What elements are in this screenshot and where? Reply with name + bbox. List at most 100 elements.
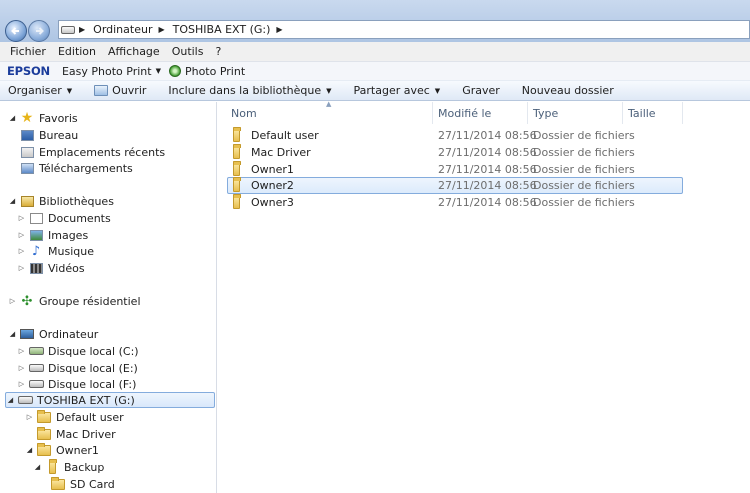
- file-row-owner1[interactable]: Owner1 27/11/2014 08:56 Dossier de fichi…: [227, 161, 683, 178]
- expand-open-icon[interactable]: ◢: [25, 446, 34, 454]
- folder-icon: [50, 476, 66, 491]
- expand-closed-icon[interactable]: ▷: [25, 413, 34, 421]
- tree-item-toshiba-ext[interactable]: ◢ TOSHIBA EXT (G:): [5, 392, 215, 408]
- tree-label: Vidéos: [48, 261, 85, 275]
- tree-label: Images: [48, 228, 89, 242]
- tree-item-images[interactable]: ▷ Images: [17, 227, 88, 243]
- tree-item-mac-driver[interactable]: Mac Driver: [36, 426, 116, 442]
- file-name: Owner3: [251, 196, 294, 209]
- tree-label: Mac Driver: [56, 427, 116, 441]
- file-row-default-user[interactable]: Default user 27/11/2014 08:56 Dossier de…: [227, 127, 683, 144]
- file-list-pane[interactable]: ▲ Nom Modifié le Type Taille Default use…: [218, 100, 750, 493]
- file-type: Dossier de fichiers: [533, 179, 635, 192]
- column-header-modified[interactable]: Modifié le: [433, 102, 528, 124]
- menu-affichage[interactable]: Affichage: [102, 45, 166, 58]
- file-name: Default user: [251, 129, 319, 142]
- open-icon: [94, 85, 109, 96]
- column-header-name[interactable]: Nom: [226, 102, 433, 124]
- file-row-owner2[interactable]: Owner2 27/11/2014 08:56 Dossier de fichi…: [227, 177, 683, 194]
- tree-label: Ordinateur: [39, 327, 99, 341]
- tree-label: Musique: [48, 244, 94, 258]
- expand-closed-icon[interactable]: ▷: [17, 264, 26, 272]
- expand-closed-icon[interactable]: ▷: [8, 297, 17, 305]
- tree-label: Disque local (F:): [48, 377, 137, 391]
- tree-item-sd-card[interactable]: SD Card: [50, 476, 115, 492]
- expand-closed-icon[interactable]: ▷: [17, 347, 26, 355]
- ouvrir-button[interactable]: Ouvrir: [94, 84, 146, 97]
- expand-open-icon[interactable]: ◢: [8, 330, 17, 338]
- images-icon: [28, 228, 44, 242]
- expand-closed-icon[interactable]: ▷: [17, 231, 26, 239]
- nouveau-dossier-button[interactable]: Nouveau dossier: [522, 84, 614, 97]
- menu-bar: Fichier Edition Affichage Outils ?: [0, 42, 750, 62]
- expand-closed-icon[interactable]: ▷: [17, 214, 26, 222]
- column-header-type[interactable]: Type: [528, 102, 623, 124]
- column-header-size[interactable]: Taille: [623, 102, 683, 124]
- drive-icon: [28, 377, 44, 391]
- tree-label: SD Card: [70, 477, 115, 491]
- organiser-button[interactable]: Organiser ▼: [8, 84, 72, 97]
- folder-icon: [233, 144, 251, 159]
- expand-open-icon[interactable]: ◢: [6, 396, 15, 404]
- expand-open-icon[interactable]: ◢: [33, 463, 42, 471]
- file-row-owner3[interactable]: Owner3 27/11/2014 08:56 Dossier de fichi…: [227, 194, 683, 211]
- tree-item-groupe-residentiel[interactable]: ▷ ✣ Groupe résidentiel: [8, 293, 141, 309]
- tree-item-documents[interactable]: ▷ Documents: [17, 210, 111, 226]
- tree-item-backup[interactable]: ◢ Backup: [33, 458, 105, 475]
- expand-open-icon[interactable]: ◢: [8, 114, 17, 122]
- partager-button[interactable]: Partager avec ▼: [354, 84, 441, 97]
- videos-icon: [28, 261, 44, 275]
- tree-item-bureau[interactable]: Bureau: [19, 127, 78, 143]
- tree-item-bibliotheques[interactable]: ◢ Bibliothèques: [8, 193, 114, 209]
- tree-item-disque-c[interactable]: ▷ Disque local (C:): [17, 343, 139, 359]
- folder-icon: [36, 426, 52, 441]
- tree-item-favoris[interactable]: ◢ ★ Favoris: [8, 110, 78, 126]
- folder-icon: [44, 458, 60, 474]
- photo-print-button[interactable]: Photo Print: [185, 65, 245, 78]
- tree-label: Emplacements récents: [39, 145, 166, 159]
- tree-item-disque-f[interactable]: ▷ Disque local (F:): [17, 376, 137, 392]
- tree-item-default-user[interactable]: ▷ Default user: [25, 409, 124, 425]
- homegroup-icon: ✣: [21, 293, 33, 309]
- chevron-down-icon: ▼: [326, 86, 332, 95]
- breadcrumb-ordinateur[interactable]: Ordinateur: [89, 21, 158, 38]
- libraries-icon: [19, 194, 35, 208]
- breadcrumb-toshiba[interactable]: TOSHIBA EXT (G:): [169, 21, 277, 38]
- file-modified: 27/11/2014 08:56: [438, 146, 537, 159]
- expand-open-icon[interactable]: ◢: [8, 197, 17, 205]
- tree-item-videos[interactable]: ▷ Vidéos: [17, 260, 85, 276]
- back-button[interactable]: [5, 20, 27, 42]
- chevron-right-icon: ▶: [276, 25, 283, 34]
- inclure-bibliotheque-button[interactable]: Inclure dans la bibliothèque ▼: [168, 84, 331, 97]
- tree-label: Bibliothèques: [39, 194, 114, 208]
- tree-item-telechargements[interactable]: Téléchargements: [19, 160, 133, 176]
- file-modified: 27/11/2014 08:56: [438, 129, 537, 142]
- file-type: Dossier de fichiers: [533, 146, 635, 159]
- tree-item-owner1[interactable]: ◢ Owner1: [25, 442, 99, 458]
- file-name: Owner2: [251, 179, 294, 192]
- tree-item-emplacements-recents[interactable]: Emplacements récents: [19, 144, 165, 160]
- expand-closed-icon[interactable]: ▷: [17, 364, 26, 372]
- tree-label: Backup: [64, 460, 105, 474]
- chevron-down-icon[interactable]: ▼: [156, 67, 161, 75]
- address-bar[interactable]: ▶ Ordinateur ▶ TOSHIBA EXT (G:) ▶: [58, 20, 750, 39]
- chevron-right-icon: ▶: [158, 25, 165, 34]
- expand-closed-icon[interactable]: ▷: [17, 380, 26, 388]
- graver-button[interactable]: Graver: [462, 84, 500, 97]
- menu-outils[interactable]: Outils: [166, 45, 210, 58]
- tree-item-disque-e[interactable]: ▷ Disque local (E:): [17, 360, 138, 376]
- chevron-down-icon: ▼: [434, 86, 441, 95]
- tree-item-musique[interactable]: ▷ ♪ Musique: [17, 243, 94, 259]
- menu-edition[interactable]: Edition: [52, 45, 102, 58]
- menu-fichier[interactable]: Fichier: [4, 45, 52, 58]
- forward-button[interactable]: [28, 20, 50, 42]
- navigation-pane[interactable]: ◢ ★ Favoris Bureau Emplacements récents …: [0, 102, 217, 493]
- menu-help[interactable]: ?: [209, 45, 227, 58]
- expand-closed-icon[interactable]: ▷: [17, 247, 26, 255]
- tree-item-ordinateur[interactable]: ◢ Ordinateur: [8, 326, 99, 342]
- tree-label: TOSHIBA EXT (G:): [37, 393, 135, 407]
- file-row-mac-driver[interactable]: Mac Driver 27/11/2014 08:56 Dossier de f…: [227, 144, 683, 161]
- folder-icon: [233, 194, 251, 209]
- photo-print-icon: [168, 65, 181, 77]
- easy-photo-print-button[interactable]: Easy Photo Print: [62, 65, 152, 78]
